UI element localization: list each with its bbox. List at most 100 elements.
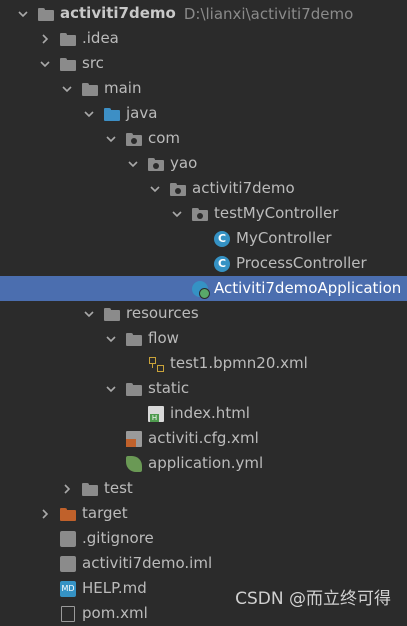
tree-item-label: main: [104, 79, 142, 97]
tree-item-label: test: [104, 479, 133, 497]
module-folder-icon: [38, 6, 54, 22]
tree-row-static[interactable]: static: [0, 376, 407, 401]
chevron-down-icon[interactable]: [83, 308, 95, 320]
arrow-spacer: [105, 458, 117, 470]
tree-item-label: .idea: [82, 29, 119, 47]
tree-item-label: yao: [170, 154, 198, 172]
class-icon: C: [214, 255, 230, 272]
tree-row-MyController[interactable]: C MyController: [0, 226, 407, 251]
arrow-spacer: [39, 533, 51, 545]
package-icon: [126, 131, 142, 147]
tree-item-label: resources: [126, 304, 199, 322]
spring-boot-app-icon: [192, 280, 210, 299]
tree-item-label: testMyController: [214, 204, 339, 222]
chevron-right-icon[interactable]: [61, 483, 73, 495]
tree-row-yao[interactable]: yao: [0, 151, 407, 176]
tree-item-label: flow: [148, 329, 179, 347]
tree-row-main[interactable]: main: [0, 76, 407, 101]
tree-row-com[interactable]: com: [0, 126, 407, 151]
chevron-down-icon[interactable]: [127, 158, 139, 170]
folder-icon: [82, 481, 98, 497]
tree-item-label: activiti7demo: [192, 179, 295, 197]
tree-item-label: test1.bpmn20.xml: [170, 354, 308, 372]
arrow-spacer: [39, 608, 51, 620]
arrow-spacer: [39, 558, 51, 570]
tree-item-label: application.yml: [148, 454, 264, 472]
package-icon: [148, 156, 164, 172]
folder-icon: [82, 81, 98, 97]
tree-row-flow[interactable]: flow: [0, 326, 407, 351]
tree-row-activiticfg[interactable]: activiti.cfg.xml: [0, 426, 407, 451]
bpmn-file-icon: [148, 356, 164, 372]
tree-item-label: pom.xml: [82, 604, 148, 622]
chevron-right-icon[interactable]: [39, 508, 51, 520]
spring-yml-icon: [126, 455, 142, 472]
tree-item-label: activiti7demo: [60, 4, 176, 22]
xml-file-icon: [126, 430, 142, 447]
tree-row-root[interactable]: activiti7demo D:\lianxi\activiti7demo: [0, 1, 407, 26]
project-path: D:\lianxi\activiti7demo: [183, 4, 354, 23]
tree-row-indexhtml[interactable]: Hindex.html: [0, 401, 407, 426]
tree-row-test[interactable]: test: [0, 476, 407, 501]
tree-item-label: .gitignore: [82, 529, 154, 547]
maven-icon: [61, 605, 75, 622]
class-icon: C: [214, 230, 230, 247]
tree-item-label: MyController: [236, 229, 332, 247]
folder-icon: [60, 31, 76, 47]
tree-row-resources[interactable]: resources: [0, 301, 407, 326]
arrow-spacer: [39, 583, 51, 595]
tree-row-test1bpmn[interactable]: test1.bpmn20.xml: [0, 351, 407, 376]
chevron-down-icon[interactable]: [105, 133, 117, 145]
tree-row-testMyController[interactable]: testMyController: [0, 201, 407, 226]
arrow-spacer: [193, 258, 205, 270]
tree-row-gitignore[interactable]: .gitignore: [0, 526, 407, 551]
tree-item-label: static: [148, 379, 190, 397]
tree-row-applicationyml[interactable]: application.yml: [0, 451, 407, 476]
tree-item-label: HELP.md: [82, 579, 147, 597]
tree-item-label: Activiti7demoApplication: [214, 279, 402, 297]
tree-row-iml[interactable]: activiti7demo.iml: [0, 551, 407, 576]
tree-item-label: activiti7demo.iml: [82, 554, 213, 572]
resources-folder-icon: [104, 306, 120, 322]
project-tree: activiti7demo D:\lianxi\activiti7demo .ide…: [0, 0, 407, 622]
tree-row-src[interactable]: src: [0, 51, 407, 76]
chevron-down-icon[interactable]: [171, 208, 183, 220]
tree-item-label: index.html: [170, 404, 250, 422]
tree-item-label: src: [82, 54, 104, 72]
chevron-down-icon[interactable]: [17, 8, 29, 20]
folder-icon: [60, 56, 76, 72]
tree-item-label: ProcessController: [236, 254, 367, 272]
folder-icon: [126, 381, 142, 397]
chevron-down-icon[interactable]: [61, 83, 73, 95]
package-icon: [170, 181, 186, 197]
watermark: CSDN @而立终可得: [235, 589, 391, 609]
tree-row-java[interactable]: java: [0, 101, 407, 126]
package-icon: [192, 206, 208, 222]
tree-row-target[interactable]: target: [0, 501, 407, 526]
tree-row-Activiti7demoApplication[interactable]: Activiti7demoApplication: [0, 276, 407, 301]
source-folder-icon: [104, 106, 120, 122]
tree-item-label: com: [148, 129, 181, 147]
html-file-icon: H: [148, 405, 164, 422]
chevron-down-icon[interactable]: [105, 383, 117, 395]
excluded-folder-icon: [60, 506, 76, 522]
chevron-down-icon[interactable]: [105, 333, 117, 345]
tree-item-label: java: [126, 104, 158, 122]
tree-item-label: activiti.cfg.xml: [148, 429, 259, 447]
tree-row-activiti7demo_pkg[interactable]: activiti7demo: [0, 176, 407, 201]
arrow-spacer: [127, 358, 139, 370]
tree-row-ProcessController[interactable]: C ProcessController: [0, 251, 407, 276]
tree-item-label: target: [82, 504, 128, 522]
gitignore-icon: [60, 530, 76, 547]
iml-file-icon: [60, 555, 76, 572]
markdown-icon: MD: [60, 580, 76, 597]
chevron-down-icon[interactable]: [149, 183, 161, 195]
arrow-spacer: [193, 233, 205, 245]
arrow-spacer: [127, 408, 139, 420]
chevron-down-icon[interactable]: [39, 58, 51, 70]
tree-row-idea[interactable]: .idea: [0, 26, 407, 51]
chevron-right-icon[interactable]: [39, 33, 51, 45]
chevron-down-icon[interactable]: [83, 108, 95, 120]
arrow-spacer: [105, 433, 117, 445]
folder-icon: [126, 331, 142, 347]
